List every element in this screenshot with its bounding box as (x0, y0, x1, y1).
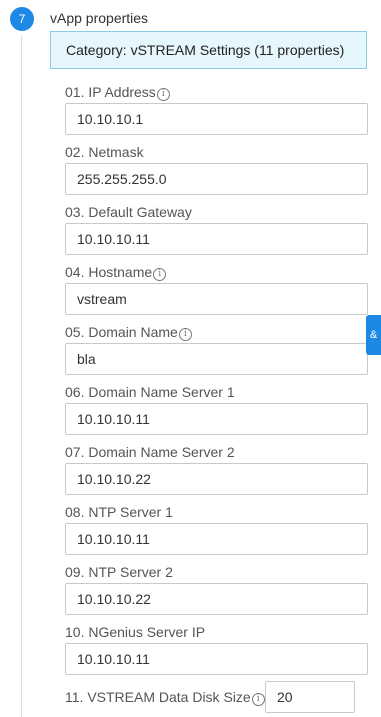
domain-name-input[interactable] (65, 343, 368, 375)
property-ntp-2: 09. NTP Server 2 (65, 561, 368, 615)
property-ngenius-server-ip: 10. NGenius Server IP (65, 621, 368, 675)
property-label-text: 11. VSTREAM Data Disk Size (65, 689, 251, 705)
property-label-text: 05. Domain Name (65, 324, 178, 340)
property-dns-2: 07. Domain Name Server 2 (65, 441, 368, 495)
property-label-text: 02. Netmask (65, 144, 144, 160)
data-disk-size-input[interactable] (265, 681, 355, 713)
property-label-text: 06. Domain Name Server 1 (65, 384, 235, 400)
property-label: 06. Domain Name Server 1 (65, 381, 368, 403)
property-label: 11. VSTREAM Data Disk Size i (65, 686, 265, 708)
property-label-text: 04. Hostname (65, 264, 153, 280)
property-default-gateway: 03. Default Gateway (65, 201, 368, 255)
property-ip-address: 01. IP Address i (65, 81, 368, 135)
property-label-text: 01. IP Address (65, 84, 156, 100)
info-icon[interactable]: i (178, 328, 192, 341)
hostname-input[interactable] (65, 283, 368, 315)
property-label-text: 07. Domain Name Server 2 (65, 444, 235, 460)
info-icon[interactable]: i (156, 88, 170, 101)
step-connector-line (21, 36, 22, 717)
property-label-text: 09. NTP Server 2 (65, 564, 173, 580)
property-label: 03. Default Gateway (65, 201, 368, 223)
property-data-disk-size: 11. VSTREAM Data Disk Size i (65, 681, 368, 713)
property-hostname: 04. Hostname i (65, 261, 368, 315)
property-label: 07. Domain Name Server 2 (65, 441, 368, 463)
property-domain-name: 05. Domain Name i (65, 321, 368, 375)
chat-icon[interactable]: & (366, 315, 381, 355)
ngenius-server-ip-input[interactable] (65, 643, 368, 675)
property-label-text: 10. NGenius Server IP (65, 624, 206, 640)
ntp-2-input[interactable] (65, 583, 368, 615)
property-dns-1: 06. Domain Name Server 1 (65, 381, 368, 435)
default-gateway-input[interactable] (65, 223, 368, 255)
dns-1-input[interactable] (65, 403, 368, 435)
info-icon[interactable]: i (153, 268, 167, 281)
property-label: 05. Domain Name i (65, 321, 368, 343)
property-label: 09. NTP Server 2 (65, 561, 368, 583)
step-number-badge: 7 (10, 7, 34, 31)
info-icon[interactable]: i (251, 693, 265, 706)
property-netmask: 02. Netmask (65, 141, 368, 195)
ntp-1-input[interactable] (65, 523, 368, 555)
dns-2-input[interactable] (65, 463, 368, 495)
property-label-text: 03. Default Gateway (65, 204, 192, 220)
property-label: 10. NGenius Server IP (65, 621, 368, 643)
category-header: Category: vSTREAM Settings (11 propertie… (50, 31, 367, 69)
property-label: 04. Hostname i (65, 261, 368, 283)
ip-address-input[interactable] (65, 103, 368, 135)
step-title: vApp properties (50, 10, 149, 26)
property-label: 08. NTP Server 1 (65, 501, 368, 523)
netmask-input[interactable] (65, 163, 368, 195)
property-label-text: 08. NTP Server 1 (65, 504, 173, 520)
property-label: 02. Netmask (65, 141, 368, 163)
property-label: 01. IP Address i (65, 81, 368, 103)
property-ntp-1: 08. NTP Server 1 (65, 501, 368, 555)
